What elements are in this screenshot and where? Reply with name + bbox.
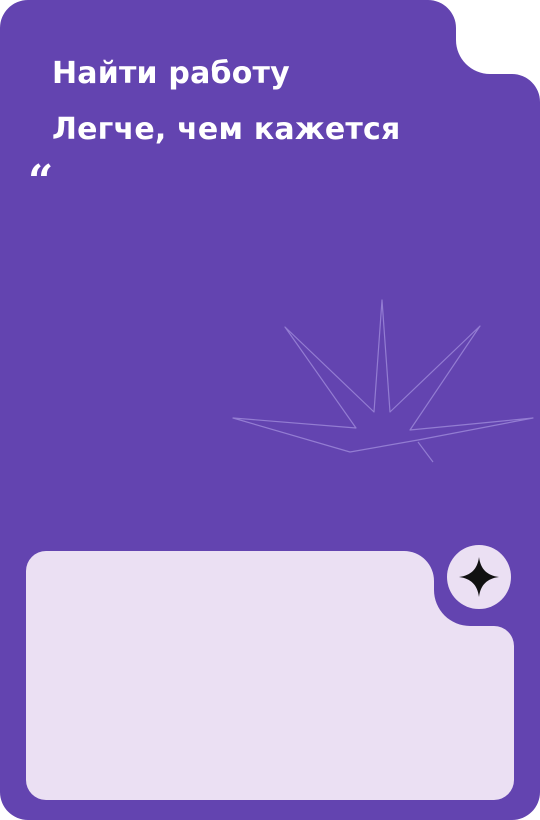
- card-subtitle: Легче, чем кажется: [52, 112, 401, 147]
- sparkle-icon: [459, 557, 499, 597]
- card-title: Найти работу: [52, 56, 290, 91]
- quote-mark: “: [28, 156, 54, 207]
- sparkle-button[interactable]: [447, 545, 511, 609]
